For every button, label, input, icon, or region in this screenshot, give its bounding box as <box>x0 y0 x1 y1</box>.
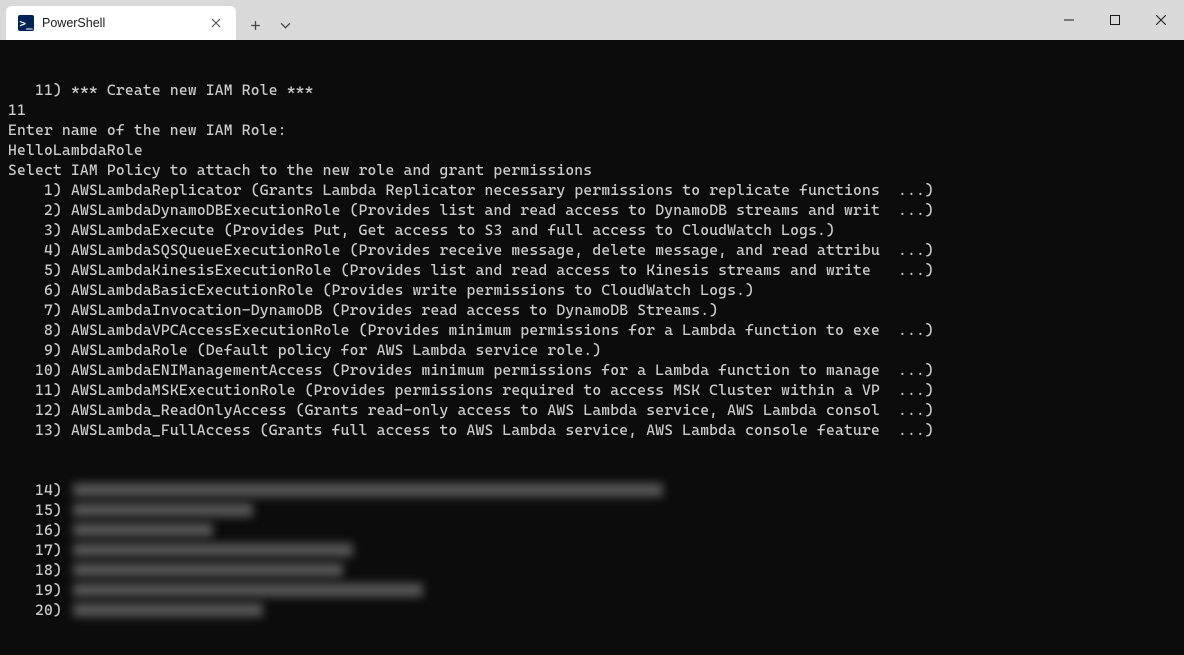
terminal-line: Select IAM Policy to attach to the new r… <box>8 160 1176 180</box>
terminal-line: 5) AWSLambdaKinesisExecutionRole (Provid… <box>8 260 1176 280</box>
redacted-text <box>73 483 663 497</box>
list-number: 17) <box>8 540 71 560</box>
close-icon <box>211 18 221 28</box>
redacted-text <box>73 503 253 517</box>
tab-close-button[interactable] <box>206 13 226 33</box>
redacted-text <box>73 543 353 557</box>
maximize-button[interactable] <box>1092 4 1138 36</box>
redacted-text <box>73 603 263 617</box>
list-number: 16) <box>8 520 71 540</box>
window-close-button[interactable] <box>1138 4 1184 36</box>
terminal-output-top: 11) *** Create new IAM Role ***11Enter n… <box>8 80 1176 440</box>
tab-dropdown-button[interactable] <box>270 10 300 40</box>
close-icon <box>1156 15 1166 25</box>
terminal-line: 3) AWSLambdaExecute (Provides Put, Get a… <box>8 220 1176 240</box>
terminal-line: Enter name of the new IAM Role: <box>8 120 1176 140</box>
redacted-text <box>73 583 423 597</box>
terminal-line: 8) AWSLambdaVPCAccessExecutionRole (Prov… <box>8 320 1176 340</box>
terminal-line: 12) AWSLambda_ReadOnlyAccess (Grants rea… <box>8 400 1176 420</box>
terminal-line: 10) AWSLambdaENIManagementAccess (Provid… <box>8 360 1176 380</box>
terminal-content[interactable]: 11) *** Create new IAM Role ***11Enter n… <box>0 40 1184 655</box>
tab-powershell[interactable]: >_ PowerShell <box>6 6 236 40</box>
terminal-line: 13) AWSLambda_FullAccess (Grants full ac… <box>8 420 1176 440</box>
maximize-icon <box>1110 15 1120 25</box>
terminal-line-blurred: 16) <box>8 520 1176 540</box>
terminal-line: 11 <box>8 100 1176 120</box>
terminal-line: 2) AWSLambdaDynamoDBExecutionRole (Provi… <box>8 200 1176 220</box>
tab-title: PowerShell <box>42 16 198 30</box>
redacted-text <box>73 523 213 537</box>
powershell-icon: >_ <box>18 15 34 31</box>
terminal-line: 1) AWSLambdaReplicator (Grants Lambda Re… <box>8 180 1176 200</box>
terminal-line: 11) *** Create new IAM Role *** <box>8 80 1176 100</box>
terminal-line-blurred: 18) <box>8 560 1176 580</box>
new-tab-button[interactable] <box>240 10 270 40</box>
terminal-line-blurred: 15) <box>8 500 1176 520</box>
plus-icon <box>250 20 261 31</box>
terminal-line-blurred: 17) <box>8 540 1176 560</box>
list-number: 19) <box>8 580 71 600</box>
terminal-line-blurred: 20) <box>8 600 1176 620</box>
list-number: 20) <box>8 600 71 620</box>
terminal-line: 7) AWSLambdaInvocation-DynamoDB (Provide… <box>8 300 1176 320</box>
terminal-line: 4) AWSLambdaSQSQueueExecutionRole (Provi… <box>8 240 1176 260</box>
terminal-line-blurred: 19) <box>8 580 1176 600</box>
chevron-down-icon <box>280 20 291 31</box>
list-number: 14) <box>8 480 71 500</box>
terminal-line: 9) AWSLambdaRole (Default policy for AWS… <box>8 340 1176 360</box>
list-number: 18) <box>8 560 71 580</box>
titlebar-right <box>1046 0 1184 40</box>
terminal-line-blurred: 14) <box>8 480 1176 500</box>
window-titlebar: >_ PowerShell <box>0 0 1184 40</box>
minimize-icon <box>1064 15 1074 25</box>
terminal-output-blurred: 14) 15) 16) 17) 18) 19) 20) <box>8 480 1176 620</box>
terminal-line: HelloLambdaRole <box>8 140 1176 160</box>
list-number: 15) <box>8 500 71 520</box>
terminal-line: 11) AWSLambdaMSKExecutionRole (Provides … <box>8 380 1176 400</box>
minimize-button[interactable] <box>1046 4 1092 36</box>
titlebar-left: >_ PowerShell <box>0 0 300 40</box>
terminal-line: 6) AWSLambdaBasicExecutionRole (Provides… <box>8 280 1176 300</box>
redacted-text <box>73 563 343 577</box>
